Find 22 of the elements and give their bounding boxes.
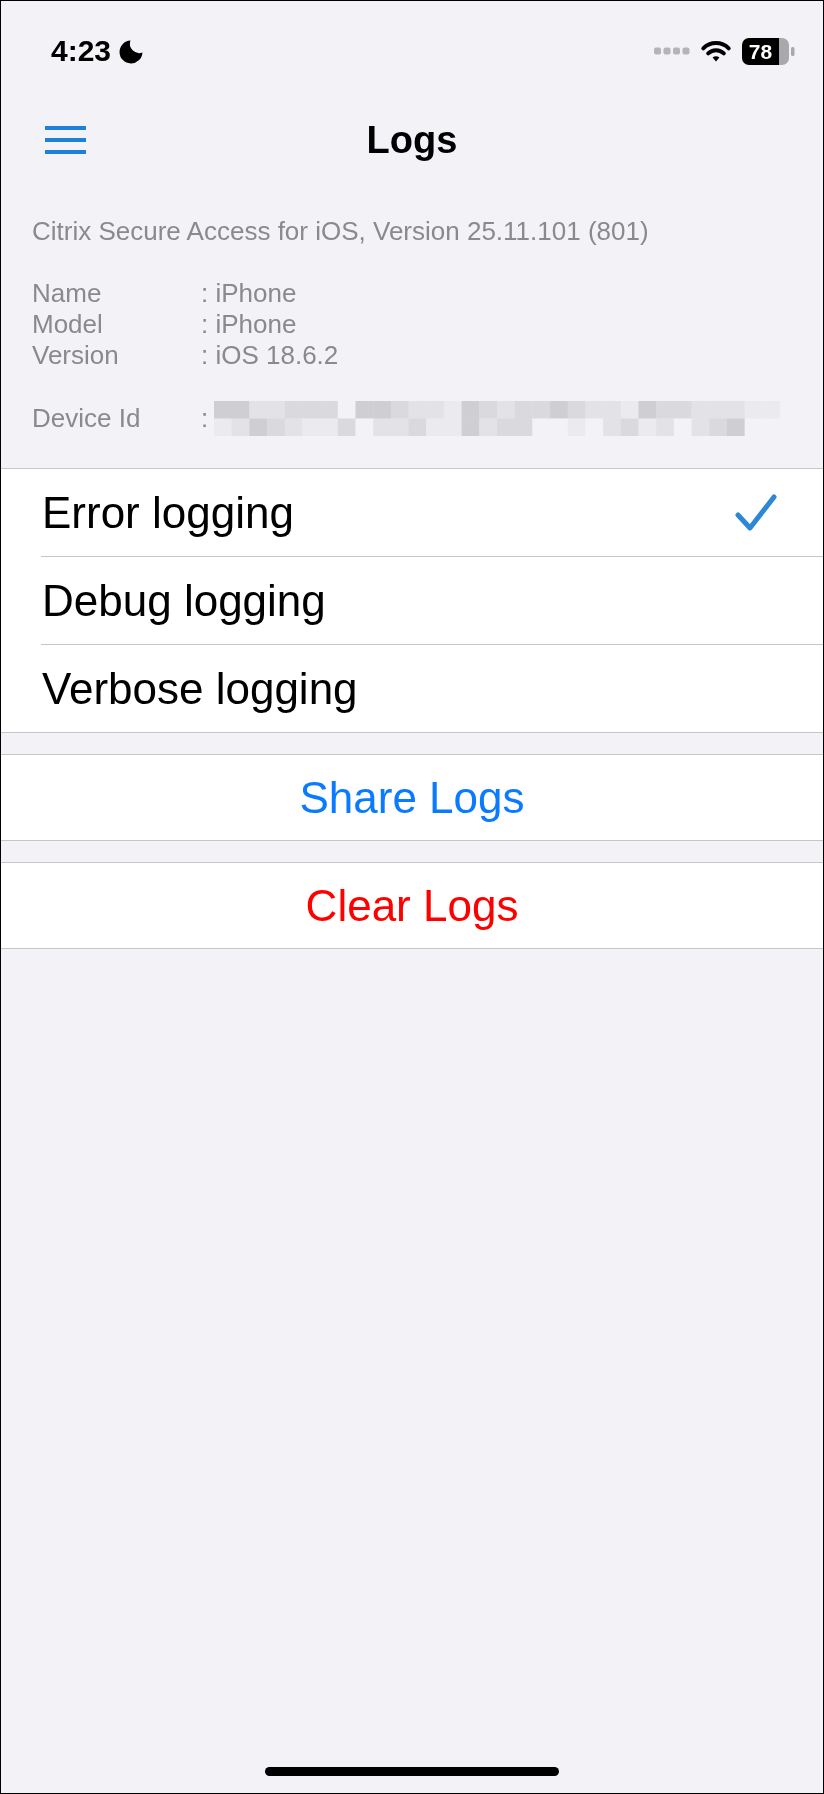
action-button[interactable]: Share Logs: [1, 754, 823, 841]
status-time: 4:23: [51, 36, 112, 66]
battery-icon: [779, 37, 795, 65]
log-level-option[interactable]: Error logging: [1, 469, 823, 556]
battery-percentage: 78: [742, 37, 779, 65]
info-value: :: [201, 403, 209, 434]
info-label: Model: [32, 309, 104, 340]
app-version-text: Citrix Secure Access for iOS, Version 25.11.101 (801): [31, 216, 650, 247]
info-label: Name: [32, 278, 103, 309]
log-level-option[interactable]: Verbose logging: [1, 645, 823, 732]
moon-icon: [119, 38, 145, 64]
action-button[interactable]: Clear Logs: [1, 862, 823, 949]
info-value: : iPhone: [201, 278, 297, 309]
info-value: : iPhone: [201, 309, 297, 340]
page-title: Logs: [366, 121, 458, 159]
info-value: : iOS 18.6.2: [201, 340, 339, 371]
wifi-icon: [700, 39, 732, 63]
menu-icon[interactable]: [45, 126, 86, 154]
signal-icon: [654, 47, 690, 55]
info-label: Version: [32, 340, 120, 371]
info-label: Device Id: [32, 403, 142, 434]
log-level-option[interactable]: Debug logging: [1, 557, 823, 644]
